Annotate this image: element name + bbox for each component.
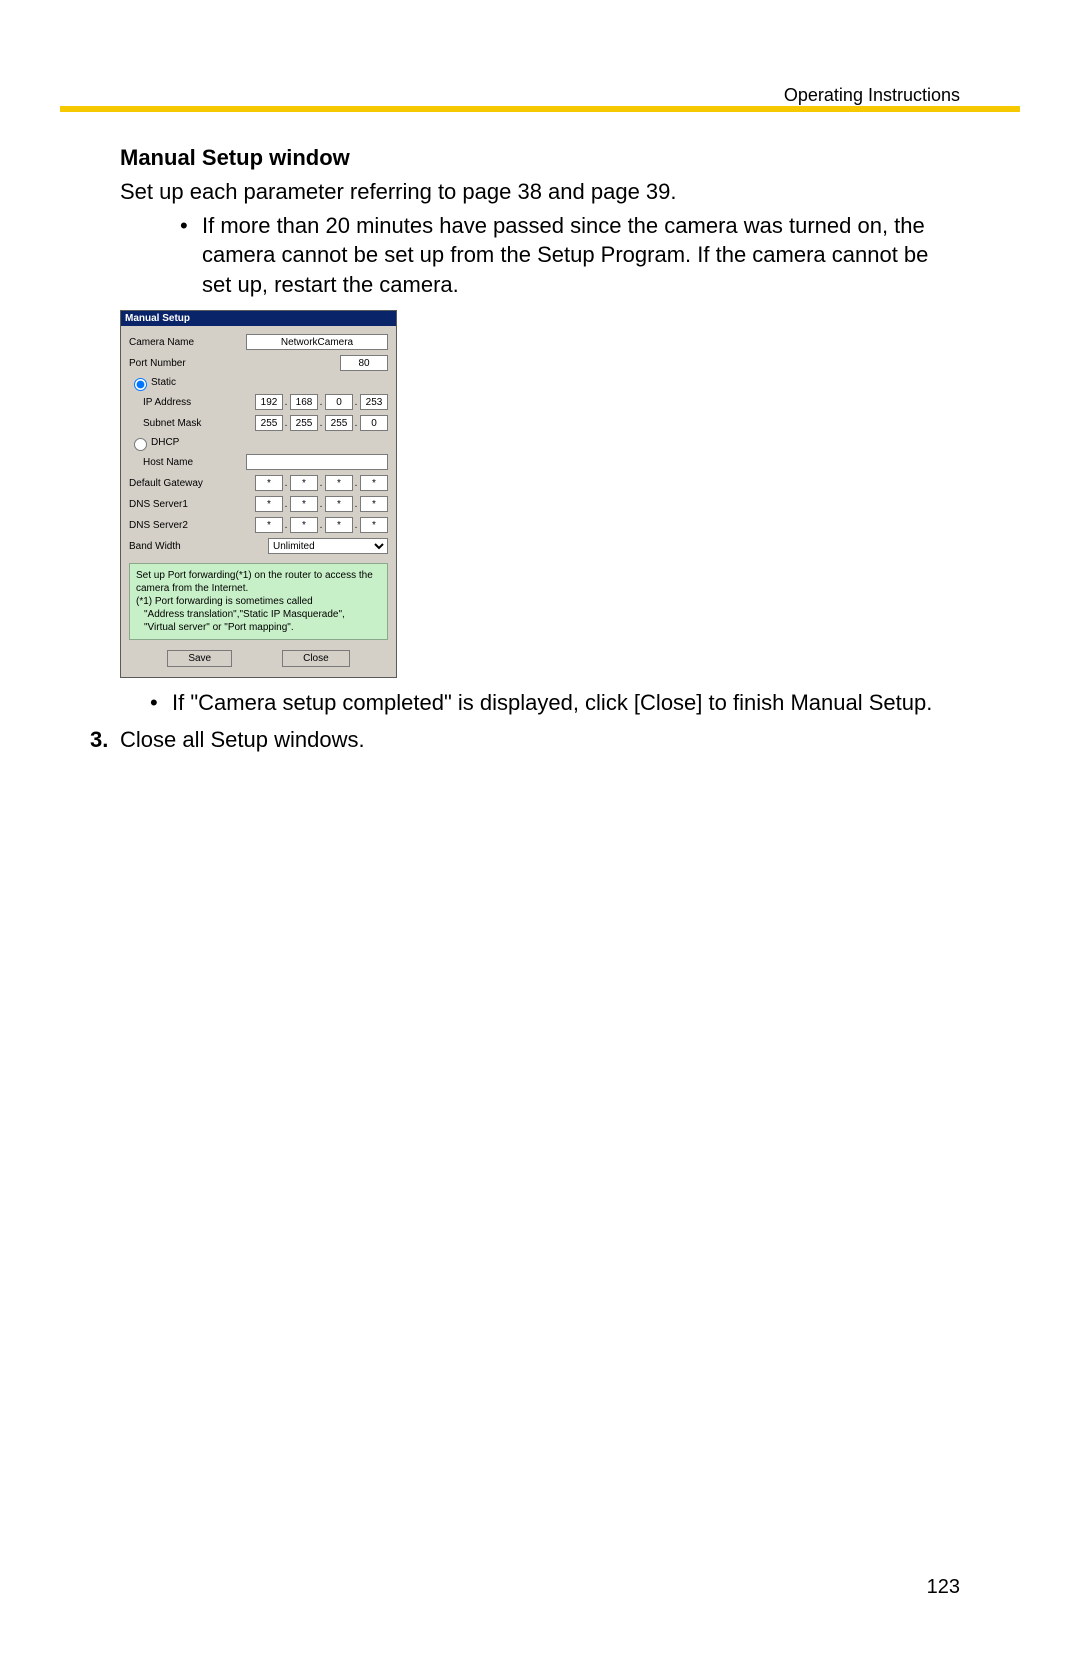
document-page: Operating Instructions Manual Setup wind… — [0, 0, 1080, 1669]
note-line: "Address translation","Static IP Masquer… — [136, 608, 381, 621]
ip-oct1[interactable] — [255, 394, 283, 410]
sn-oct1[interactable] — [255, 415, 283, 431]
camera-name-label: Camera Name — [129, 337, 246, 348]
gw-oct4[interactable] — [360, 475, 388, 491]
dhcp-label: DHCP — [151, 437, 179, 448]
page-number: 123 — [927, 1576, 960, 1599]
section-title: Manual Setup window — [120, 145, 960, 171]
dns2-oct1[interactable] — [255, 517, 283, 533]
dns2-oct4[interactable] — [360, 517, 388, 533]
dns1-label: DNS Server1 — [129, 499, 254, 510]
page-content: Manual Setup window Set up each paramete… — [60, 145, 1020, 753]
dhcp-radio[interactable] — [134, 438, 147, 451]
step-3: 3. Close all Setup windows. — [90, 727, 960, 753]
sn-oct3[interactable] — [325, 415, 353, 431]
bullet-dot: • — [180, 211, 202, 300]
ip-address-label: IP Address — [143, 397, 254, 408]
dialog-titlebar: Manual Setup — [121, 311, 396, 326]
dns2-oct2[interactable] — [290, 517, 318, 533]
dns2-oct3[interactable] — [325, 517, 353, 533]
ip-oct3[interactable] — [325, 394, 353, 410]
host-name-field[interactable] — [246, 454, 388, 470]
default-gateway-label: Default Gateway — [129, 478, 254, 489]
ip-oct4[interactable] — [360, 394, 388, 410]
step-text: Close all Setup windows. — [120, 727, 365, 753]
step-number: 3. — [90, 727, 120, 753]
note-line: Set up Port forwarding(*1) on the router… — [136, 569, 381, 595]
ip-oct2[interactable] — [290, 394, 318, 410]
port-forwarding-note: Set up Port forwarding(*1) on the router… — [129, 563, 388, 640]
bottom-bullets: • If "Camera setup completed" is display… — [150, 688, 960, 718]
static-label: Static — [151, 377, 176, 388]
header-rule — [60, 106, 1020, 112]
save-button[interactable]: Save — [167, 650, 232, 667]
manual-setup-dialog: Manual Setup Camera Name Port Number Sta… — [120, 310, 397, 678]
bullet-item: • If "Camera setup completed" is display… — [150, 688, 960, 718]
sn-oct4[interactable] — [360, 415, 388, 431]
dns1-oct2[interactable] — [290, 496, 318, 512]
bullet-text: If "Camera setup completed" is displayed… — [172, 688, 932, 718]
top-bullets: • If more than 20 minutes have passed si… — [180, 211, 960, 300]
band-width-label: Band Width — [129, 541, 268, 552]
port-number-label: Port Number — [129, 358, 248, 369]
host-name-label: Host Name — [143, 457, 246, 468]
bullet-text: If more than 20 minutes have passed sinc… — [202, 211, 960, 300]
gw-oct1[interactable] — [255, 475, 283, 491]
subnet-mask-label: Subnet Mask — [143, 418, 254, 429]
sn-oct2[interactable] — [290, 415, 318, 431]
intro-text: Set up each parameter referring to page … — [120, 177, 960, 207]
gw-oct3[interactable] — [325, 475, 353, 491]
port-number-field[interactable] — [340, 355, 388, 371]
note-line: (*1) Port forwarding is sometimes called — [136, 595, 381, 608]
gw-oct2[interactable] — [290, 475, 318, 491]
static-radio[interactable] — [134, 378, 147, 391]
note-line: "Virtual server" or "Port mapping". — [136, 621, 381, 634]
band-width-select[interactable]: Unlimited — [268, 538, 388, 554]
dns2-label: DNS Server2 — [129, 520, 254, 531]
dns1-oct4[interactable] — [360, 496, 388, 512]
running-header: Operating Instructions — [784, 85, 960, 106]
bullet-dot: • — [150, 688, 172, 718]
close-button[interactable]: Close — [282, 650, 350, 667]
dns1-oct3[interactable] — [325, 496, 353, 512]
dns1-oct1[interactable] — [255, 496, 283, 512]
bullet-item: • If more than 20 minutes have passed si… — [180, 211, 960, 300]
camera-name-field[interactable] — [246, 334, 388, 350]
